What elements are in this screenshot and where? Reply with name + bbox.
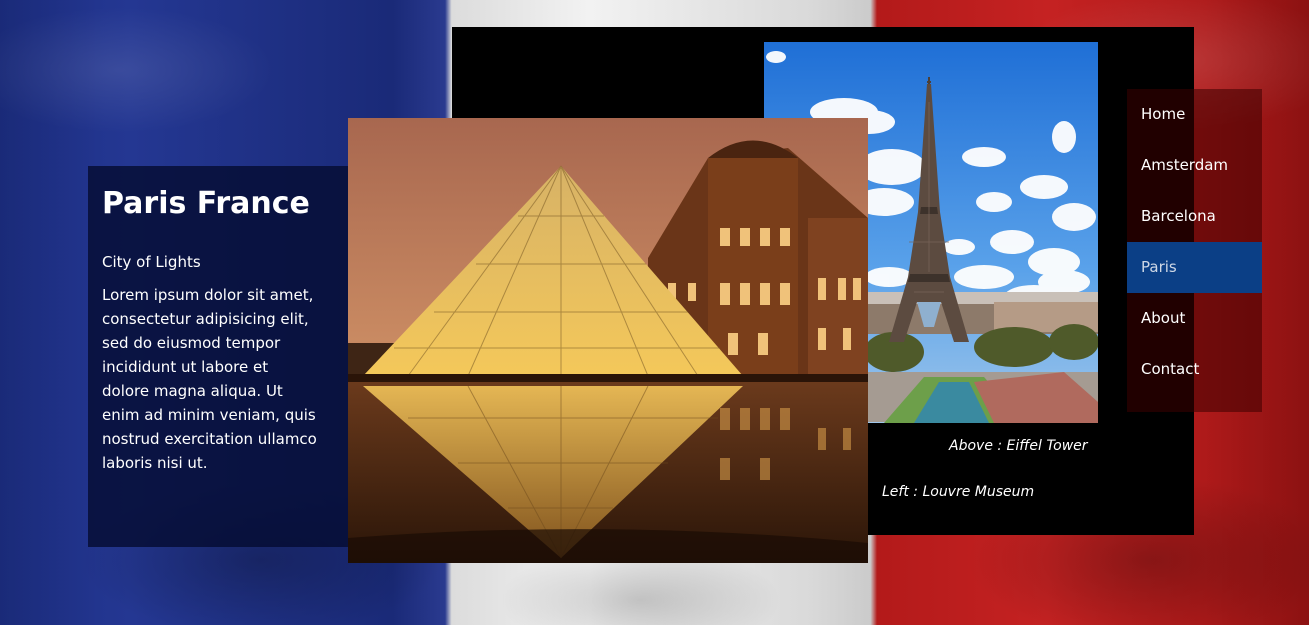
intro-text: Lorem ipsum dolor sit amet, consectetur … [102,286,317,472]
nav-list: Home Amsterdam Barcelona Paris About Con… [1127,89,1262,395]
louvre-museum-caption: Left : Louvre Museum [882,484,1035,500]
nav-item-amsterdam[interactable]: Amsterdam [1127,140,1262,191]
nav-item-about[interactable]: About [1127,293,1262,344]
page-subtitle: City of Lights [102,253,201,271]
eiffel-tower-caption: Above : Eiffel Tower [949,438,1088,454]
page-title: Paris France [102,186,310,221]
main-navigation: Home Amsterdam Barcelona Paris About Con… [1127,89,1262,412]
nav-item-home[interactable]: Home [1127,89,1262,140]
nav-item-barcelona[interactable]: Barcelona [1127,191,1262,242]
intro-panel: Paris France City of Lights Lorem ipsum … [88,166,356,547]
nav-item-paris[interactable]: Paris [1127,242,1262,293]
page-background: Paris France City of Lights Lorem ipsum … [0,0,1309,625]
nav-item-contact[interactable]: Contact [1127,344,1262,395]
louvre-museum-image [348,118,868,563]
